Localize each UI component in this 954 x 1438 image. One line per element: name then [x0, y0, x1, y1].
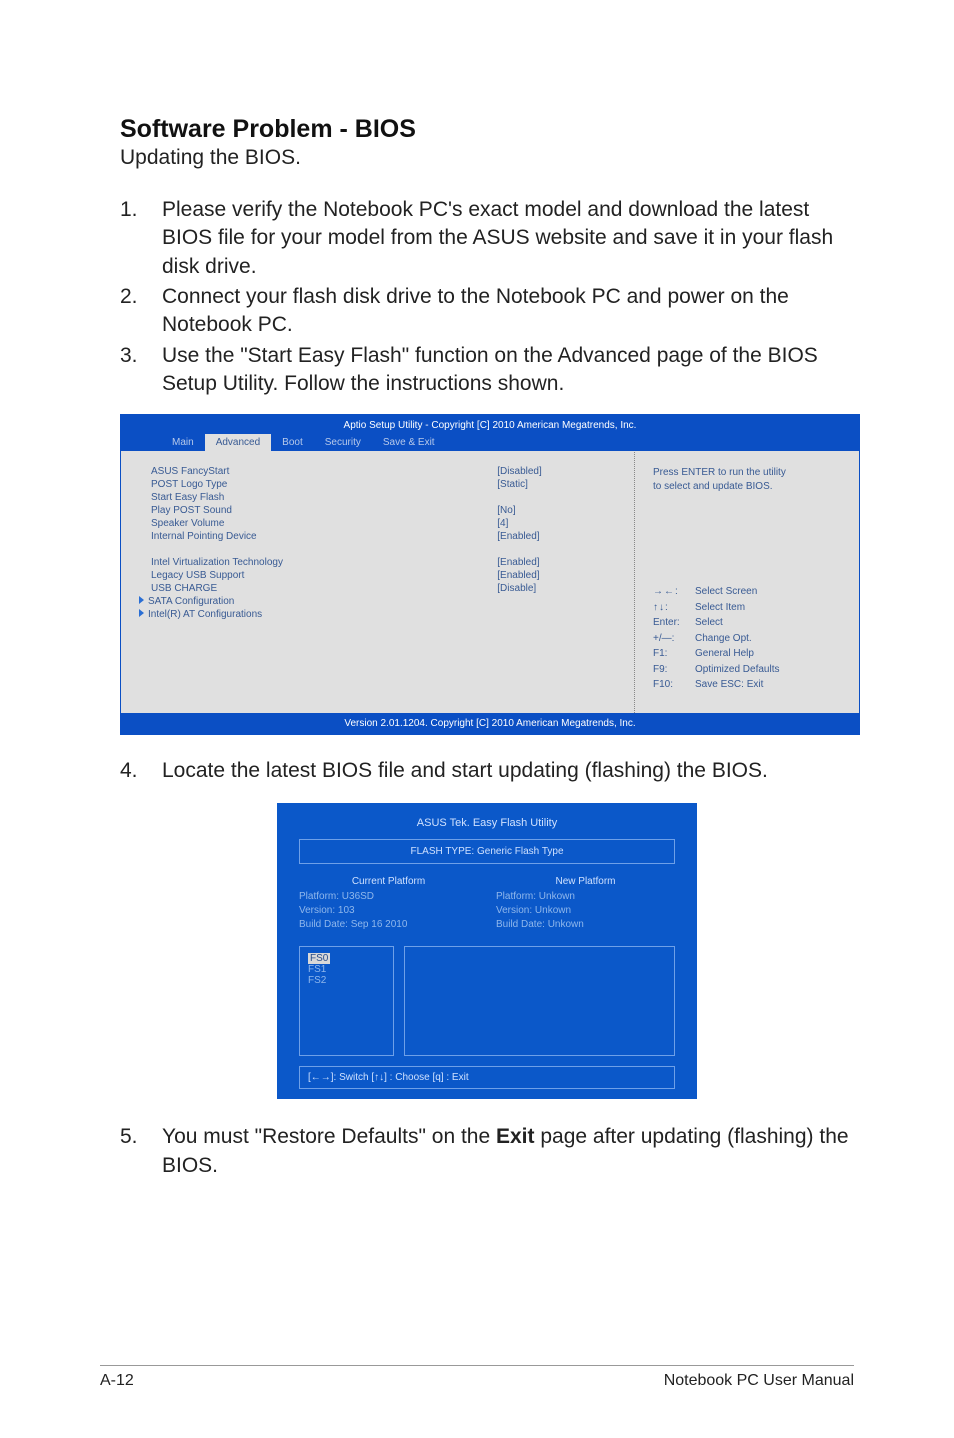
bios-key: F9: [653, 662, 695, 678]
bios-option-key[interactable]: Play POST Sound [151, 505, 497, 518]
key-hint-bar: [←→]: Switch [↑↓] : Choose [q] : Exit [299, 1066, 675, 1089]
step-text: Use the "Start Easy Flash" function on t… [162, 342, 854, 399]
bios-option-key[interactable]: ASUS FancyStart [151, 466, 497, 479]
filesystem-list-panel: FS0 FS1 FS2 [299, 946, 394, 1056]
bios-key-desc: Optimized Defaults [695, 662, 779, 678]
fs-item-selected[interactable]: FS0 [308, 953, 330, 964]
platform-line: Build Date: Sep 16 2010 [299, 918, 478, 932]
bios-key: +/—: [653, 631, 695, 647]
page-subheading: Updating the BIOS. [120, 146, 854, 170]
bios-tabs: Main Advanced Boot Security Save & Exit [121, 434, 859, 451]
bios-option-value[interactable]: [Static] [497, 479, 614, 492]
step-text: Please verify the Notebook PC's exact mo… [162, 196, 854, 281]
bios-tab-save-exit[interactable]: Save & Exit [372, 434, 446, 451]
bios-key: →←: [653, 584, 695, 600]
step-number: 3. [120, 342, 162, 399]
bios-option-key[interactable]: Start Easy Flash [151, 492, 497, 505]
step-number: 5. [120, 1123, 162, 1180]
bios-option-value[interactable]: [4] [497, 518, 614, 531]
bios-screenshot-1: Aptio Setup Utility - Copyright [C] 2010… [120, 414, 860, 735]
step-text-fragment: You must "Restore Defaults" on the [162, 1125, 496, 1148]
bios-footer: Version 2.01.1204. Copyright [C] 2010 Am… [121, 713, 859, 734]
flash-type-box: FLASH TYPE: Generic Flash Type [299, 839, 675, 864]
manual-title: Notebook PC User Manual [664, 1372, 854, 1390]
bios-option-value[interactable]: [Enabled] [497, 557, 614, 570]
file-browser-panel [404, 946, 675, 1056]
new-platform-header: New Platform [496, 876, 675, 887]
platform-line: Platform: Unkown [496, 890, 675, 904]
bios-option-value[interactable]: [No] [497, 505, 614, 518]
page-number: A-12 [100, 1372, 134, 1390]
bios-key-desc: Save ESC: Exit [695, 677, 763, 693]
bios-tab-boot[interactable]: Boot [271, 434, 314, 451]
exit-label-bold: Exit [496, 1125, 535, 1148]
bios-submenu[interactable]: SATA Configuration [151, 596, 497, 609]
bios-key: ↑↓: [653, 600, 695, 616]
bios-tab-security[interactable]: Security [314, 434, 372, 451]
bios-option-key[interactable]: USB CHARGE [151, 583, 497, 596]
platform-line: Platform: U36SD [299, 890, 478, 904]
bios-option-value[interactable]: [Disabled] [497, 466, 614, 479]
current-platform-col: Current Platform Platform: U36SD Version… [299, 874, 478, 934]
step-text: You must "Restore Defaults" on the Exit … [162, 1123, 854, 1180]
bios-option-value [497, 492, 614, 505]
bios-key: F1: [653, 646, 695, 662]
fs-item[interactable]: FS2 [308, 975, 385, 986]
bios-key: Enter: [653, 615, 695, 631]
bios-option-key[interactable]: POST Logo Type [151, 479, 497, 492]
bios-key: F10: [653, 677, 695, 693]
bios-tab-advanced[interactable]: Advanced [205, 434, 271, 451]
step-text: Connect your flash disk drive to the Not… [162, 283, 854, 340]
bios-help-text: Press ENTER to run the utility [653, 466, 845, 480]
bios-option-key[interactable]: Speaker Volume [151, 518, 497, 531]
bios-key-desc: Select Screen [695, 584, 757, 600]
bios-options-panel: ASUS FancyStart[Disabled] POST Logo Type… [121, 452, 634, 713]
bios-option-key[interactable]: Legacy USB Support [151, 570, 497, 583]
bios-key-desc: General Help [695, 646, 754, 662]
bios-submenu[interactable]: Intel(R) AT Configurations [151, 609, 497, 622]
step-number: 1. [120, 196, 162, 281]
bios-key-desc: Change Opt. [695, 631, 752, 647]
bios-option-value[interactable]: [Disable] [497, 583, 614, 596]
platform-line: Build Date: Unkown [496, 918, 675, 932]
easy-flash-title: ASUS Tek. Easy Flash Utility [291, 813, 683, 839]
fs-item[interactable]: FS1 [308, 964, 385, 975]
bios-key-desc: Select Item [695, 600, 745, 616]
step-number: 2. [120, 283, 162, 340]
bios-key-desc: Select [695, 615, 723, 631]
bios-option-value[interactable]: [Enabled] [497, 570, 614, 583]
bios-option-value[interactable]: [Enabled] [497, 531, 614, 544]
bios-help-panel: Press ENTER to run the utility to select… [634, 452, 859, 713]
new-platform-col: New Platform Platform: Unkown Version: U… [496, 874, 675, 934]
instruction-list: 1. Please verify the Notebook PC's exact… [120, 196, 854, 398]
current-platform-header: Current Platform [299, 876, 478, 887]
easy-flash-screenshot: ASUS Tek. Easy Flash Utility FLASH TYPE:… [277, 803, 697, 1099]
bios-tab-main[interactable]: Main [161, 434, 205, 451]
bios-option-key[interactable]: Internal Pointing Device [151, 531, 497, 544]
page-heading: Software Problem - BIOS [120, 115, 854, 144]
step-text: Locate the latest BIOS file and start up… [162, 757, 768, 785]
step-number: 4. [120, 757, 162, 785]
platform-line: Version: Unkown [496, 904, 675, 918]
bios-help-text: to select and update BIOS. [653, 480, 845, 494]
bios-titlebar: Aptio Setup Utility - Copyright [C] 2010… [121, 415, 859, 434]
platform-line: Version: 103 [299, 904, 478, 918]
bios-option-key[interactable]: Intel Virtualization Technology [151, 557, 497, 570]
